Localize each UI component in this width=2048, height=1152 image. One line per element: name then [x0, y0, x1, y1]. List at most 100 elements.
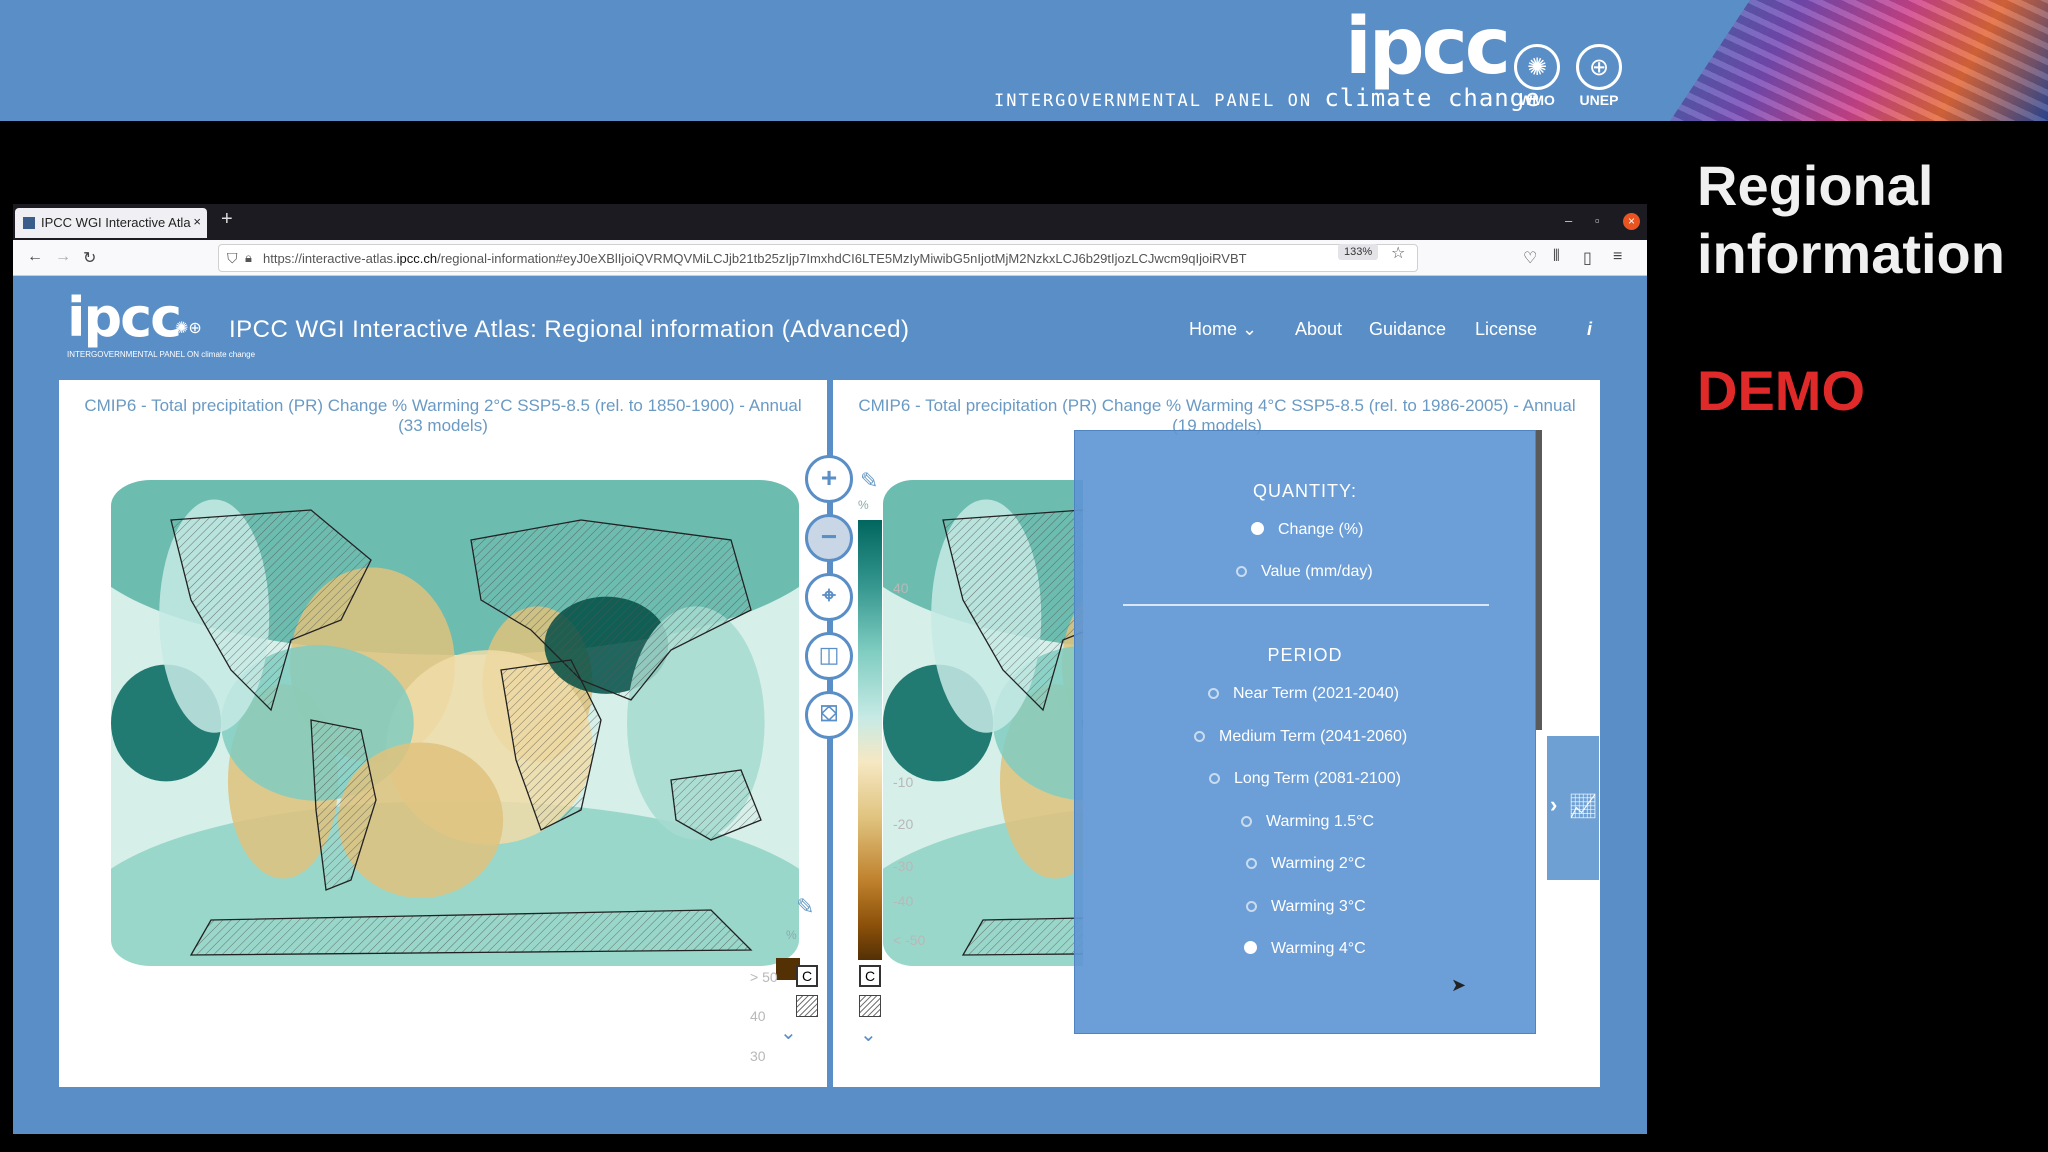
- left-legend-c-toggle[interactable]: C: [796, 965, 818, 987]
- radio-selected-icon: [1244, 941, 1257, 954]
- chevron-right-icon[interactable]: ›: [92, 946, 99, 972]
- presentation-banner: ipcc INTERGOVERNMENTAL PANEL ON climate …: [0, 0, 2048, 121]
- browser-tab[interactable]: IPCC WGI Interactive Atla ×: [15, 208, 207, 238]
- library-icon[interactable]: ⫴: [1553, 248, 1560, 266]
- quantity-option-label: Value (mm/day): [1261, 563, 1373, 580]
- wmo-logo: ✺ WMO: [1511, 44, 1563, 108]
- radio-icon: [1246, 858, 1257, 869]
- chevron-down-icon: ⌄: [1242, 319, 1258, 339]
- lock-icon[interactable]: 🔒︎: [245, 250, 252, 266]
- chevron-down-icon[interactable]: ⌄: [780, 1020, 797, 1045]
- period-option-near-term[interactable]: Near Term (2021-2040): [1208, 685, 1399, 703]
- map-layers-button[interactable]: ⛋: [805, 691, 853, 739]
- period-option-label: Near Term (2021-2040): [1233, 685, 1400, 702]
- period-option-label: Warming 3°C: [1271, 898, 1366, 915]
- period-option-warming-1-5[interactable]: Warming 1.5°C: [1241, 813, 1374, 831]
- left-map-panel: CMIP6 - Total precipitation (PR) Change …: [59, 380, 827, 1087]
- zoom-in-button[interactable]: +: [805, 455, 853, 503]
- ipcc-banner-subtitle: INTERGOVERNMENTAL PANEL ON climate chang…: [994, 84, 1541, 112]
- zoom-out-button[interactable]: −: [805, 514, 853, 562]
- chevron-left-icon[interactable]: ‹: [1550, 640, 1557, 666]
- url-bar[interactable]: ⛉ 🔒︎ https://interactive-atlas.ipcc.ch/r…: [218, 244, 1418, 272]
- restore-icon[interactable]: ▫: [1595, 213, 1600, 228]
- menu-icon[interactable]: ≡: [1613, 248, 1622, 266]
- left-world-map[interactable]: [111, 480, 799, 966]
- zoom-badge[interactable]: 133%: [1338, 244, 1379, 260]
- period-option-label: Warming 4°C: [1271, 940, 1366, 957]
- app-header: ipcc INTERGOVERNMENTAL PANEL ON climate …: [13, 276, 1647, 376]
- pocket-icon[interactable]: ♡: [1523, 248, 1537, 268]
- quantity-header: QUANTITY:: [1252, 481, 1357, 501]
- shield-icon[interactable]: ⛉: [227, 250, 238, 267]
- globe-icon[interactable]: 🌐︎: [62, 486, 81, 514]
- favicon-icon: [23, 217, 35, 229]
- chevron-right-icon[interactable]: ›: [92, 640, 99, 666]
- nav-home[interactable]: Home ⌄: [1189, 319, 1257, 340]
- forward-icon[interactable]: →: [55, 248, 71, 266]
- app-logo[interactable]: ipcc: [67, 286, 182, 349]
- nav-license[interactable]: License: [1475, 319, 1537, 340]
- left-map-canvas[interactable]: [111, 480, 799, 966]
- period-option-long-term[interactable]: Long Term (2081-2100): [1209, 770, 1401, 788]
- browser-navbar: ← → ↻ ⛉ 🔒︎ https://interactive-atlas.ipc…: [13, 240, 1647, 276]
- sidebar-icon[interactable]: ▯: [1583, 248, 1592, 268]
- chevron-right-icon[interactable]: ›: [92, 486, 99, 512]
- unep-logo: ⊕ UNEP: [1573, 44, 1625, 108]
- info-icon[interactable]: i: [1587, 319, 1592, 340]
- bookmark-star-icon[interactable]: ☆: [1391, 243, 1405, 263]
- chevron-right-icon[interactable]: ›: [1550, 792, 1557, 818]
- period-header: PERIOD: [1267, 645, 1343, 665]
- period-option-warming-4[interactable]: Warming 4°C: [1244, 940, 1366, 958]
- left-hatching-toggle[interactable]: [796, 995, 818, 1017]
- window-close-icon[interactable]: ×: [1623, 213, 1640, 230]
- tab-close-icon[interactable]: ×: [193, 214, 201, 229]
- period-option-medium-term[interactable]: Medium Term (2041-2060): [1194, 728, 1407, 746]
- thermometer-icon[interactable]: 🌡︎: [1574, 640, 1604, 669]
- reload-icon[interactable]: ↻: [83, 248, 96, 268]
- right-legend-value: -30: [893, 858, 914, 874]
- right-legend-c-toggle[interactable]: C: [859, 965, 881, 987]
- banner-artwork: [1670, 0, 2048, 121]
- nav-home-label: Home: [1189, 319, 1238, 339]
- left-legend-value: 30: [750, 1048, 766, 1064]
- left-unit-label: %: [786, 928, 797, 942]
- edit-icon[interactable]: ✎: [860, 468, 878, 494]
- right-hatching-toggle[interactable]: [859, 995, 881, 1017]
- chevron-left-icon[interactable]: ‹: [1550, 486, 1557, 512]
- quantity-option-label: Change (%): [1278, 521, 1364, 538]
- unep-emblem-icon: ⊕: [1576, 44, 1622, 90]
- app-logo-subtitle: INTERGOVERNMENTAL PANEL ON climate chang…: [67, 350, 256, 359]
- url-path: /regional-information#eyJ0eXBlIjoiQVRMQV…: [437, 251, 1247, 266]
- radio-icon: [1194, 731, 1205, 742]
- radio-icon: [1241, 816, 1252, 827]
- chevron-down-icon[interactable]: ⌄: [860, 1022, 877, 1047]
- period-option-warming-3[interactable]: Warming 3°C: [1246, 898, 1366, 916]
- banner-subtitle-prefix: INTERGOVERNMENTAL PANEL ON: [994, 91, 1325, 111]
- radio-icon: [1236, 566, 1247, 577]
- globe-icon[interactable]: 🌐︎: [1568, 486, 1587, 514]
- dropdown-scrollbar[interactable]: [1536, 430, 1542, 730]
- quantity-option-change[interactable]: Change (%): [1251, 521, 1363, 539]
- dropdown-divider: [1123, 604, 1489, 606]
- new-tab-button[interactable]: +: [221, 208, 233, 231]
- nav-guidance[interactable]: Guidance: [1369, 319, 1446, 340]
- minimize-icon[interactable]: –: [1565, 213, 1572, 228]
- chevron-left-icon[interactable]: ‹: [1550, 946, 1557, 972]
- calendar-icon[interactable]: 📅︎: [62, 946, 92, 975]
- url-domain: ipcc.ch: [396, 251, 438, 266]
- locate-button[interactable]: ⌖: [805, 573, 853, 621]
- back-icon[interactable]: ←: [27, 248, 43, 266]
- nav-about[interactable]: About: [1295, 319, 1342, 340]
- calendar-icon[interactable]: 📅︎: [1568, 946, 1598, 975]
- quantity-option-value[interactable]: Value (mm/day): [1236, 563, 1373, 581]
- period-option-warming-2[interactable]: Warming 2°C: [1246, 855, 1366, 873]
- tab-title: IPCC WGI Interactive Atla: [41, 215, 191, 230]
- app-title: IPCC WGI Interactive Atlas: Regional inf…: [229, 316, 910, 343]
- chart-line-icon[interactable]: 📈︎: [1568, 792, 1598, 821]
- ipcc-banner-logo: ipcc: [1345, 2, 1511, 92]
- split-compare-button[interactable]: ◫: [805, 632, 853, 680]
- period-option-label: Warming 1.5°C: [1266, 813, 1375, 830]
- chevron-right-icon[interactable]: ›: [92, 792, 99, 818]
- chart-line-icon[interactable]: 📈︎: [62, 792, 92, 821]
- edit-icon[interactable]: ✎: [796, 894, 814, 920]
